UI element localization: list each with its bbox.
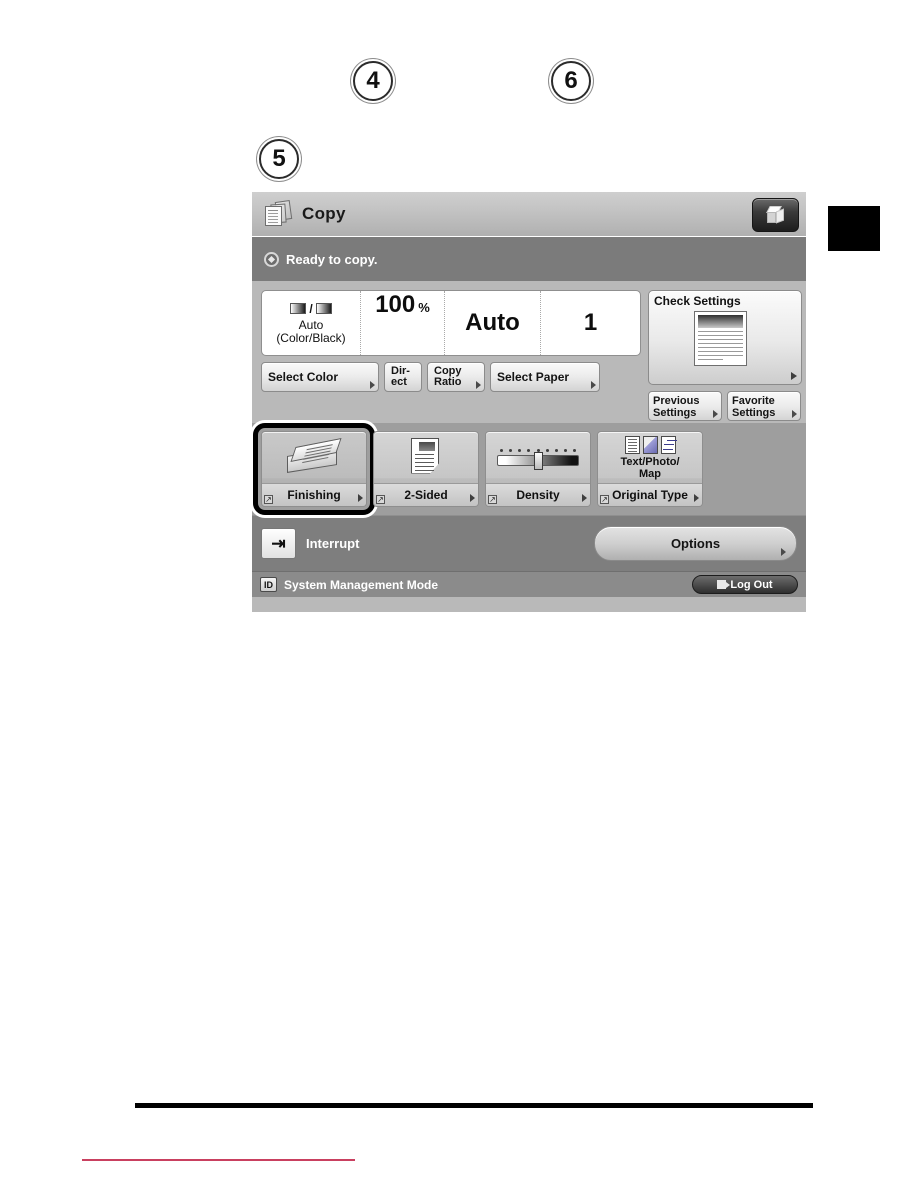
copy-ratio-button[interactable]: Copy Ratio [427, 362, 485, 392]
log-out-label: Log Out [730, 578, 773, 591]
favorite-settings-line2: Settings [732, 407, 776, 419]
interrupt-button[interactable]: ⇥ [261, 528, 296, 559]
value-copy-count: 1 [540, 291, 640, 355]
paper-size-value: Auto [465, 309, 520, 336]
log-out-button[interactable]: Log Out [692, 575, 798, 594]
two-sided-page-icon [411, 437, 441, 478]
callout-number: 6 [564, 67, 578, 94]
chevron-right-icon [781, 548, 786, 556]
3d-cube-icon [765, 205, 786, 225]
page-footer-rule [135, 1103, 813, 1108]
original-type-label: Original Type [598, 483, 702, 506]
status-bar: Ready to copy. [252, 237, 806, 281]
copy-ratio-unit: % [418, 300, 430, 315]
original-type-icon [624, 435, 676, 454]
chevron-right-icon [694, 494, 699, 502]
original-type-value-line1: Text/Photo/ [620, 455, 680, 468]
shortcut-corner-icon: ↗ [376, 495, 385, 504]
density-label: Density [486, 483, 590, 506]
chevron-right-icon [713, 410, 718, 418]
shortcut-corner-icon: ↗ [488, 495, 497, 504]
select-color-button[interactable]: Select Color [261, 362, 379, 392]
chevron-right-icon [358, 494, 363, 502]
two-sided-button-wrapper: 2-Sided ↗ [373, 431, 479, 507]
chevron-right-icon [476, 381, 481, 389]
shortcut-corner-icon: ↗ [264, 495, 273, 504]
callout-step-5: 5 [259, 139, 299, 179]
two-sided-label: 2-Sided [374, 483, 478, 506]
check-settings-button[interactable]: Check Settings [648, 290, 802, 385]
copy-ratio-value: 100 [375, 291, 416, 318]
document-preview-icon [694, 311, 747, 366]
chevron-right-icon [370, 381, 375, 389]
logout-door-icon [717, 580, 731, 589]
interrupt-options-row: ⇥ Interrupt Options [252, 515, 806, 571]
select-paper-label: Select Paper [497, 370, 570, 384]
two-sided-button[interactable]: 2-Sided ↗ [373, 431, 479, 507]
chevron-right-icon [791, 372, 797, 380]
function-button-strip: Finishing ↗ 2-Sided ↗ Density ↗ Text/Pho… [252, 423, 806, 515]
favorite-settings-button[interactable]: Favorite Settings [727, 391, 801, 421]
direct-button[interactable]: Dir- ect [384, 362, 422, 392]
options-button[interactable]: Options [594, 526, 797, 561]
value-paper-size: Auto [444, 291, 540, 355]
copy-count-value: 1 [583, 309, 598, 336]
original-type-value-line2: Map [638, 467, 661, 480]
3d-cube-button[interactable] [752, 198, 799, 232]
callout-step-4: 4 [353, 61, 393, 101]
original-type-button[interactable]: Text/Photo/ Map Original Type ↗ [597, 431, 703, 507]
status-message: Ready to copy. [286, 251, 378, 267]
options-label: Options [670, 536, 721, 551]
direct-label-line2: ect [391, 376, 407, 388]
original-type-button-wrapper: Text/Photo/ Map Original Type ↗ [597, 431, 703, 507]
status-footer: ID System Management Mode Log Out [252, 571, 806, 597]
callout-step-6: 6 [551, 61, 591, 101]
select-paper-button[interactable]: Select Paper [490, 362, 600, 392]
color-mode-line1: Auto [298, 317, 324, 332]
page-footer-accent-rule [82, 1159, 355, 1161]
titlebar: Copy [252, 192, 806, 237]
settings-value-box: / Auto (Color/Black) 100 % Auto 1 [261, 290, 641, 356]
previous-settings-button[interactable]: Previous Settings [648, 391, 722, 421]
value-copy-ratio: 100 % [360, 291, 444, 355]
density-slider-icon [492, 449, 584, 470]
check-settings-label: Check Settings [654, 294, 741, 308]
copier-lcd-panel: Copy Ready to copy. / Auto (Color/Black) [252, 192, 806, 612]
value-color-mode: / Auto (Color/Black) [262, 291, 360, 355]
chevron-right-icon [470, 494, 475, 502]
settings-button-row: Select Color Dir- ect Copy Ratio Select … [261, 362, 641, 392]
interrupt-icon: ⇥ [271, 534, 286, 553]
finishing-button[interactable]: Finishing ↗ [261, 431, 367, 507]
copy-ratio-label-line2: Ratio [434, 376, 462, 388]
finishing-label: Finishing [262, 483, 366, 506]
color-black-gradient-icon: / [290, 302, 332, 316]
color-mode-line2: (Color/Black) [276, 330, 346, 345]
settings-shortcut-row: Previous Settings Favorite Settings [648, 391, 802, 421]
settings-left-column: / Auto (Color/Black) 100 % Auto 1 Select… [261, 290, 641, 423]
status-ready-icon [264, 251, 279, 267]
interrupt-label: Interrupt [306, 536, 360, 551]
page-edge-tab-marker [828, 206, 880, 251]
system-management-mode-text: System Management Mode [284, 577, 439, 592]
id-badge-icon: ID [260, 577, 277, 592]
finisher-tray-icon [283, 437, 345, 478]
documents-stack-icon [264, 200, 294, 228]
shortcut-corner-icon: ↗ [600, 495, 609, 504]
page-title: Copy [302, 204, 346, 223]
select-color-label: Select Color [268, 370, 339, 384]
previous-settings-line1: Previous [653, 395, 700, 407]
density-button-wrapper: Density ↗ [485, 431, 591, 507]
settings-section: / Auto (Color/Black) 100 % Auto 1 Select… [252, 281, 806, 423]
density-button[interactable]: Density ↗ [485, 431, 591, 507]
settings-right-column: Check Settings Previous Settings Favorit… [648, 290, 802, 423]
chevron-right-icon [792, 410, 797, 418]
favorite-settings-line1: Favorite [732, 395, 775, 407]
finishing-button-wrapper: Finishing ↗ [253, 423, 375, 515]
previous-settings-line2: Settings [653, 407, 697, 419]
chevron-right-icon [591, 381, 596, 389]
callout-number: 4 [366, 67, 380, 94]
callout-number: 5 [272, 145, 286, 172]
chevron-right-icon [582, 494, 587, 502]
